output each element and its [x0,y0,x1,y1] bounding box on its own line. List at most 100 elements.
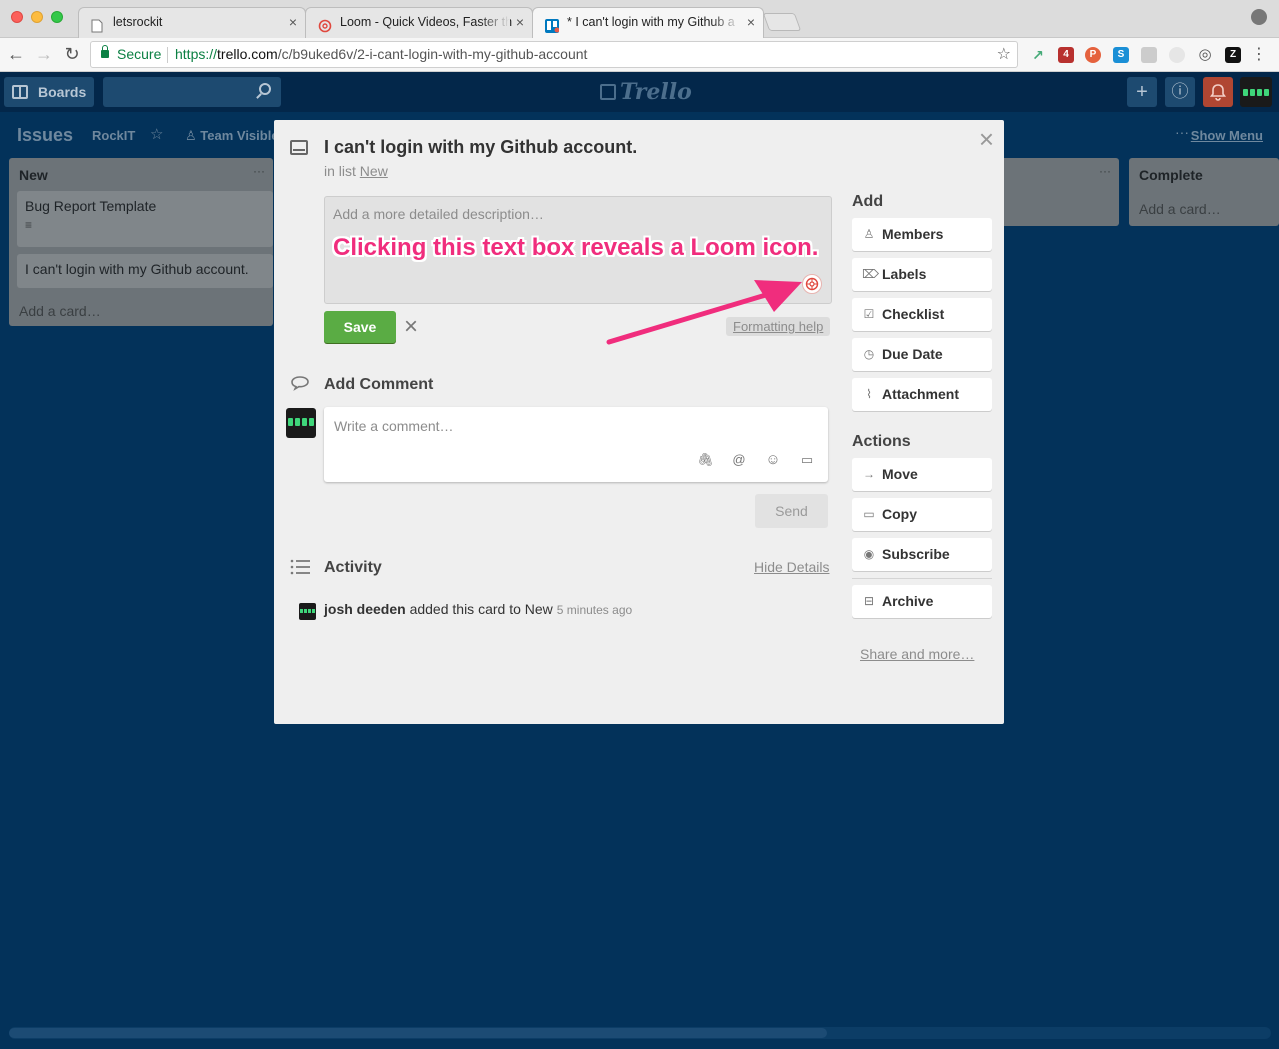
avatar [286,408,316,438]
formatting-help-link[interactable]: Formatting help [726,317,831,336]
show-menu-link[interactable]: Show Menu [1191,128,1263,143]
share-and-more-link[interactable]: Share and more… [860,646,974,662]
browser-tab-loom[interactable]: Loom - Quick Videos, Faster th × [305,7,533,38]
activity-icon [290,558,312,581]
list-title[interactable]: New [19,167,48,183]
description-icon: ≡ [25,218,33,232]
search-icon [259,83,271,95]
reload-button[interactable]: ↻ [61,42,83,66]
card-list-info: in list New [324,163,388,179]
add-card-link[interactable]: Add a card… [1139,201,1221,217]
description-placeholder: Add a more detailed description… [333,206,544,222]
hide-details-link[interactable]: Hide Details [754,559,829,575]
due-date-button[interactable]: ◷ Due Date [852,338,992,371]
menu-dots-icon[interactable]: ··· [1175,124,1189,140]
add-card-link[interactable]: Add a card… [19,303,101,319]
move-button[interactable]: → Move [852,458,992,491]
add-icon[interactable]: + [1127,77,1157,107]
team-icon: ♙ [185,128,201,143]
extension-chat-icon[interactable] [1141,47,1157,63]
list-complete: Complete Add a card… [1129,158,1279,226]
new-tab-button[interactable] [762,13,802,31]
card-title[interactable]: I can't login with my Github account. [324,137,637,158]
activity-user[interactable]: josh deeden [324,601,406,617]
star-icon[interactable]: ☆ [150,125,163,143]
bookmark-star-icon[interactable]: ☆ [997,42,1011,67]
secure-label: Secure [117,46,162,62]
archive-icon: ⊟ [863,594,875,608]
attachment-button[interactable]: ⌇ Attachment [852,378,992,411]
list-card[interactable]: Bug Report Template ≡ [17,191,273,247]
extension-loom-icon[interactable]: ◎ [1197,47,1213,63]
card-detail-modal: × I can't login with my Github account. … [274,120,1004,724]
profile-icon[interactable] [1251,9,1267,25]
forward-button[interactable]: → [33,42,55,66]
emoji-icon[interactable]: ☺ [765,452,781,468]
extension-circle-icon[interactable] [1169,47,1185,63]
add-comment-title: Add Comment [324,376,434,393]
window-zoom-button[interactable] [51,11,63,23]
board-search-input[interactable] [103,77,281,107]
list-title[interactable]: Complete [1139,167,1203,183]
window-minimize-button[interactable] [31,11,43,23]
boards-button[interactable]: Boards [4,77,94,107]
window-close-button[interactable] [11,11,23,23]
browser-menu-icon[interactable]: ⋮ [1251,44,1267,64]
back-button[interactable]: ← [5,42,27,66]
close-icon[interactable]: × [516,8,524,36]
trello-logo[interactable]: Trello [600,79,692,105]
comment-placeholder: Write a comment… [334,418,454,434]
boards-icon [12,85,28,99]
copy-button[interactable]: ▭ Copy [852,498,992,531]
list-card[interactable]: I can't login with my Github account. [17,254,273,288]
comment-input[interactable]: Write a comment… 🖇 @ ☺ ▭ [324,407,828,482]
extension-s-icon[interactable]: S [1113,47,1129,63]
address-bar[interactable]: Secure https://trello.com/c/b9uked6v/2-i… [90,41,1018,68]
checklist-button[interactable]: ☑ Checklist [852,298,992,331]
trello-header: Boards Trello + ⓘ [0,72,1279,112]
board-visibility[interactable]: ♙ Team Visible [185,128,279,144]
copy-icon: ▭ [863,507,875,521]
checklist-icon: ☑ [863,307,875,321]
activity-title: Activity [324,559,382,576]
list-link[interactable]: New [360,163,388,179]
info-icon[interactable]: ⓘ [1165,77,1195,107]
list-menu-icon[interactable]: ··· [253,164,265,178]
list-menu-icon[interactable]: ··· [1099,164,1111,178]
browser-tab-trello-card[interactable]: * I can't login with my Github a × [532,7,764,38]
members-button[interactable]: ♙ Members [852,218,992,251]
card-link-icon[interactable]: ▭ [799,452,815,468]
send-button[interactable]: Send [755,494,828,528]
avatar[interactable] [1240,77,1272,107]
paperclip-icon: ⌇ [866,387,872,401]
mention-icon[interactable]: @ [731,452,747,468]
scrollbar-thumb[interactable] [9,1028,827,1038]
labels-button[interactable]: ⌦ Labels [852,258,992,291]
attachment-icon[interactable]: 🖇 [697,452,714,468]
extension-arrow-icon[interactable]: ↗ [1030,47,1046,63]
notifications-bell-icon[interactable] [1203,77,1233,107]
close-icon[interactable]: × [289,8,297,36]
save-button[interactable]: Save [324,311,396,343]
label-icon: ⌦ [862,267,879,281]
close-icon[interactable]: × [747,8,755,36]
extension-ublock-icon[interactable]: 4 [1058,47,1074,63]
extension-z-icon[interactable]: Z [1225,47,1241,63]
activity-time[interactable]: 5 minutes ago [557,603,632,617]
annotation-text: Clicking this text box reveals a Loom ic… [333,234,819,261]
browser-toolbar: ← → ↻ Secure https://trello.com/c/b9uked… [0,38,1279,72]
cancel-icon[interactable]: × [404,313,418,341]
archive-button[interactable]: ⊟ Archive [852,585,992,618]
board-org[interactable]: RockIT [92,128,135,143]
close-icon[interactable]: × [979,126,994,152]
board-title[interactable]: Issues [17,125,73,146]
lock-icon [101,45,109,58]
horizontal-scrollbar[interactable] [9,1027,1271,1039]
extension-p-icon[interactable]: P [1085,47,1101,63]
browser-tab-letsrockit[interactable]: letsrockit × [78,7,306,38]
document-icon [91,15,105,33]
divider [852,578,992,579]
url-text[interactable]: https://trello.com/c/b9uked6v/2-i-cant-l… [175,42,587,67]
avatar [299,603,316,620]
subscribe-button[interactable]: ◉ Subscribe [852,538,992,571]
